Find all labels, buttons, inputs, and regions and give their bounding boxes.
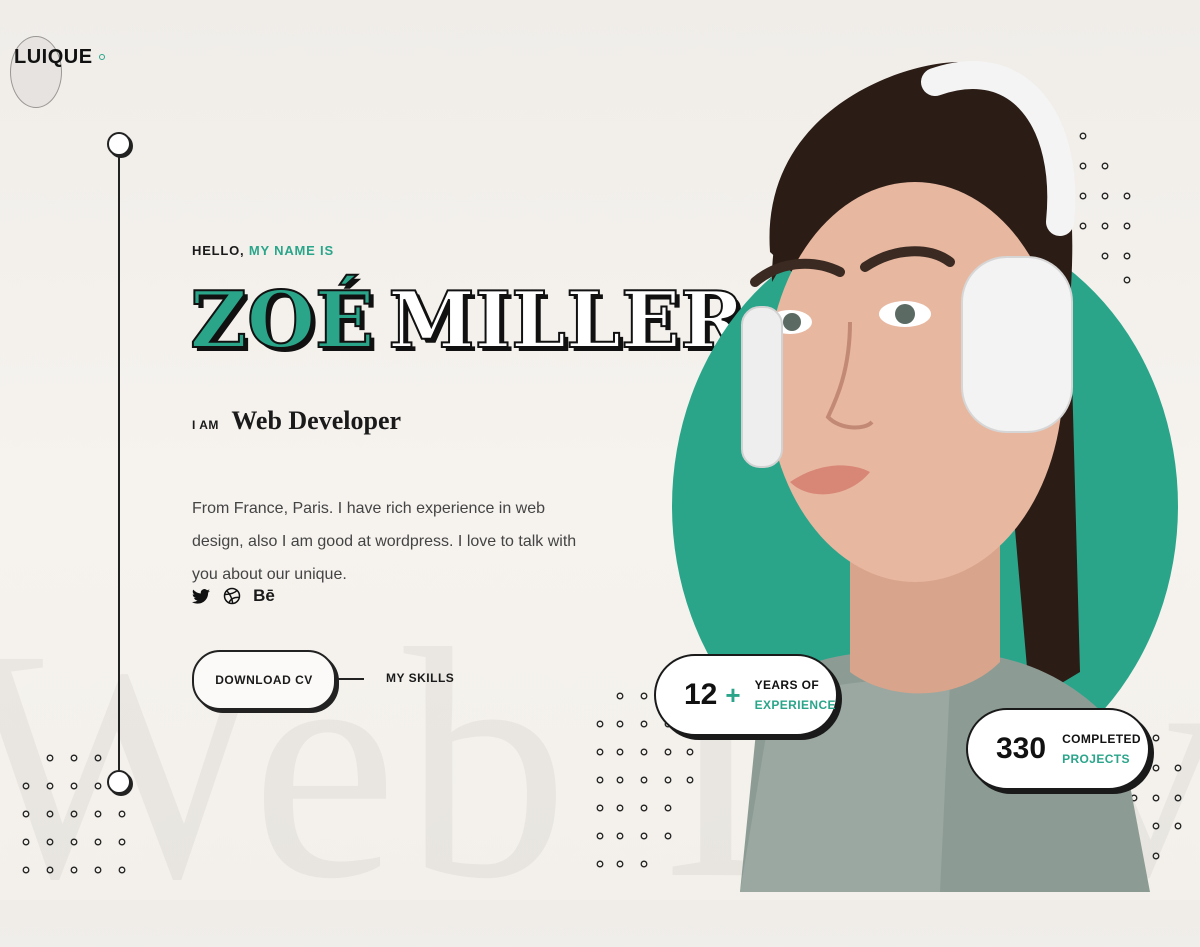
experience-stat-card: 12 + YEARS OF EXPERIENCE [654,654,838,736]
site-logo[interactable]: LUIQUE [14,46,93,69]
hero-description: From France, Paris. I have rich experien… [192,500,577,583]
last-name: MILLER [387,275,746,366]
projects-label: COMPLETED PROJECTS [1062,729,1141,769]
first-name: ZOÉ [189,275,375,366]
projects-stat-card: 330 COMPLETED PROJECTS [966,708,1150,790]
logo-dot-decoration [99,54,105,60]
iam-label: I AM [192,418,219,432]
greeting-text: HELLO, [192,243,245,258]
greeting-accent-text: MY NAME IS [248,243,334,258]
my-skills-link[interactable]: MY SKILLS [386,671,454,685]
projects-label-line1: COMPLETED [1062,732,1141,746]
experience-label: YEARS OF EXPERIENCE [755,675,836,715]
twitter-icon[interactable] [190,585,212,607]
button-connector-line [334,678,364,680]
timeline-node-top [107,132,131,156]
projects-label-line2: PROJECTS [1062,752,1130,766]
experience-value: 12 [684,678,718,711]
experience-label-line1: YEARS OF [754,678,820,692]
experience-plus: + [725,679,741,710]
behance-icon[interactable]: Bē [253,585,275,607]
dribbble-icon[interactable] [221,585,243,607]
hero-name: ZOÉ MILLER [189,281,746,361]
hero-greeting: HELLO, MY NAME IS [192,243,334,258]
timeline-line [118,156,120,776]
experience-label-line2: EXPERIENCE [754,698,836,712]
projects-value: 330 [996,732,1047,765]
hero-role: I AM Web Developer [192,406,401,436]
download-cv-button[interactable]: DOWNLOAD CV [192,650,336,710]
role-text: Web Developer [231,406,402,435]
timeline-node-bottom [107,770,131,794]
